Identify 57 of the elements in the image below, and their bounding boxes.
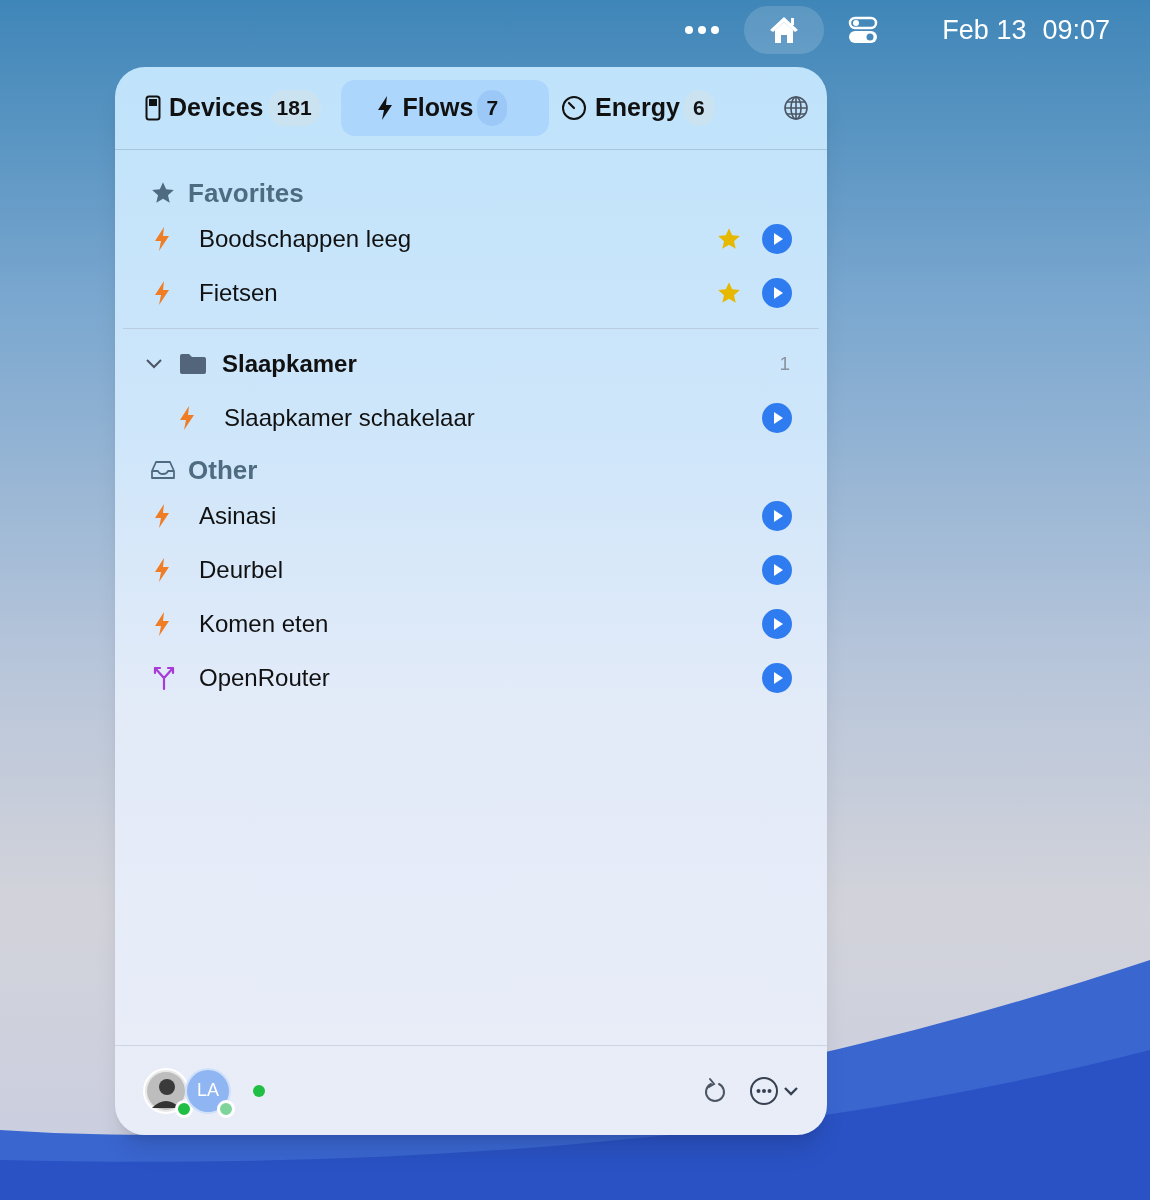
lightning-icon: [152, 280, 172, 306]
menu-bar-time: 09:07: [1042, 13, 1110, 47]
globe-icon[interactable]: [783, 95, 809, 121]
gauge-icon: [561, 95, 588, 121]
flow-row[interactable]: Asinasi: [115, 489, 827, 543]
chevron-icon[interactable]: [145, 358, 163, 370]
more-menu-button[interactable]: [749, 1075, 799, 1106]
play-button[interactable]: [762, 403, 792, 433]
play-button[interactable]: [762, 224, 792, 254]
play-button[interactable]: [762, 609, 792, 639]
section-title: Other: [188, 453, 258, 487]
chevron-icon: [783, 1085, 799, 1096]
fork-icon: [152, 665, 176, 691]
lightning-icon: [152, 557, 172, 583]
toggles-icon[interactable]: [848, 16, 879, 44]
folder-icon: [179, 353, 207, 375]
inbox-icon: [150, 459, 176, 481]
lightning-icon: [177, 405, 197, 431]
flow-name: Komen eten: [199, 609, 330, 639]
flow-row[interactable]: OpenRouter: [115, 651, 827, 705]
play-button[interactable]: [762, 501, 792, 531]
flow-name: Asinasi: [199, 501, 278, 531]
phone-icon: [145, 95, 161, 121]
lightning-icon: [152, 226, 172, 252]
refresh-icon[interactable]: [703, 1076, 727, 1105]
star-icon[interactable]: [716, 226, 742, 252]
flow-name: Boodschappen leeg: [199, 224, 413, 254]
star-icon[interactable]: [716, 280, 742, 306]
star-icon: [150, 180, 176, 206]
section-title: Favorites: [188, 176, 304, 210]
count-badge: 181: [267, 90, 321, 126]
flow-row[interactable]: Komen eten: [115, 597, 827, 651]
folder-row[interactable]: Slaapkamer 1: [115, 337, 827, 391]
tab[interactable]: Devices 181: [133, 80, 341, 136]
item-count: 1: [779, 351, 791, 376]
flow-row[interactable]: Boodschappen leeg: [115, 212, 827, 266]
play-button[interactable]: [762, 555, 792, 585]
flow-row[interactable]: Deurbel: [115, 543, 827, 597]
flow-name: Fietsen: [199, 278, 279, 308]
play-button[interactable]: [762, 278, 792, 308]
flow-row[interactable]: Fietsen: [115, 266, 827, 320]
lightning-icon: [152, 611, 172, 637]
more-icon[interactable]: [684, 25, 721, 35]
flow-name: Slaapkamer schakelaar: [224, 403, 476, 433]
count-badge: 6: [683, 90, 714, 126]
home-menu-button[interactable]: [744, 6, 825, 54]
flow-name: Deurbel: [199, 555, 285, 585]
ellipsis-icon: [749, 1075, 779, 1106]
lightning-icon: [152, 503, 172, 529]
folder-name: Slaapkamer: [222, 349, 358, 379]
count-badge: 7: [477, 90, 508, 126]
tab[interactable]: Flows 7: [340, 80, 550, 136]
tab[interactable]: Energy 6: [549, 80, 734, 136]
flow-row[interactable]: Slaapkamer schakelaar: [115, 391, 827, 445]
play-button[interactable]: [762, 663, 792, 693]
flow-name: OpenRouter: [199, 663, 331, 693]
menu-bar-date: Feb 13: [942, 13, 1027, 47]
